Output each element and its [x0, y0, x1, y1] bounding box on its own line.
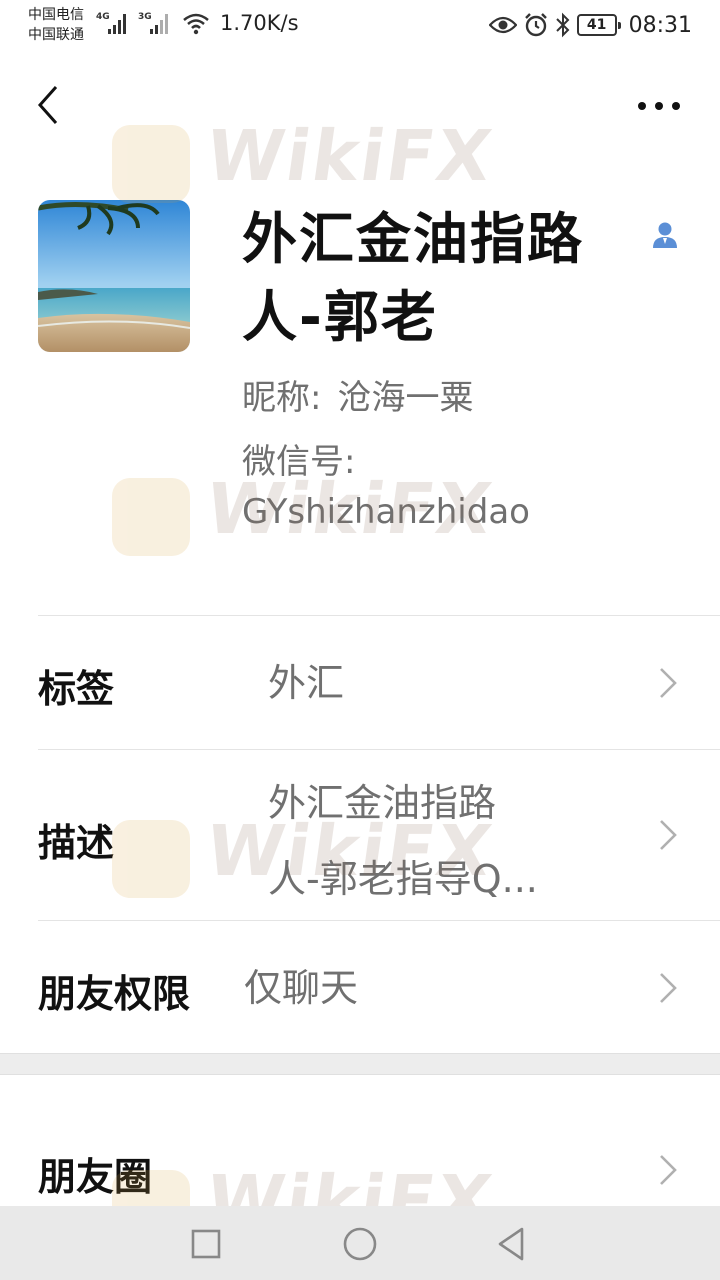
person-icon	[653, 222, 677, 248]
chevron-right-icon	[660, 668, 677, 698]
status-bar: 中国电信 中国联通 4G 3G 1.70K/s 41 08:31	[0, 0, 720, 50]
row-moments-label: 朋友圈	[38, 1155, 153, 1199]
row-friend-permissions[interactable]: 朋友权限 仅聊天	[38, 921, 720, 1053]
wechat-id-line: 微信号: GYshizhanzhidao	[242, 437, 662, 537]
status-icons-right: 41 08:31	[488, 8, 692, 42]
beach-avatar-image	[38, 200, 190, 352]
battery-level: 41	[586, 17, 607, 33]
more-dots-icon	[638, 102, 680, 110]
nickname-label: 昵称:	[242, 378, 322, 418]
bluetooth-icon	[555, 12, 570, 38]
watermark-text: WikiFX	[201, 115, 499, 197]
carrier-2: 中国联通	[28, 27, 84, 43]
carrier-1: 中国电信	[28, 7, 84, 23]
chevron-right-icon	[660, 973, 677, 1003]
system-nav-bar	[0, 1206, 720, 1280]
row-moments[interactable]: 朋友圈	[38, 1076, 720, 1206]
display-name: 外汇金油指路人-郭老	[242, 207, 585, 349]
nickname-line: 昵称: 沧海一粟	[242, 373, 473, 423]
row-tags[interactable]: 标签 外汇	[38, 616, 720, 749]
row-description-value-line1: 外汇金油指路	[268, 781, 497, 825]
carrier-names: 中国电信 中国联通	[28, 5, 84, 45]
network-speed: 1.70K/s	[220, 11, 299, 35]
row-description-label: 描述	[38, 821, 115, 865]
row-friend-permissions-label: 朋友权限	[38, 972, 191, 1016]
section-gap	[0, 1053, 720, 1075]
row-friend-permissions-value: 仅聊天	[244, 966, 359, 1010]
back-triangle-icon[interactable]	[492, 1224, 532, 1264]
wifi-icon	[183, 13, 209, 35]
alarm-icon	[524, 13, 547, 37]
status-time: 08:31	[628, 12, 692, 38]
wechat-id-label: 微信号:	[242, 442, 356, 482]
home-circle-icon[interactable]	[340, 1224, 380, 1264]
battery-icon: 41	[576, 14, 621, 36]
nickname-value: 沧海一粟	[337, 378, 474, 418]
watermark-logo-icon	[112, 478, 190, 556]
chevron-right-icon	[660, 820, 677, 850]
eye-icon	[488, 16, 517, 34]
more-options-button[interactable]	[634, 86, 684, 126]
recents-square-icon[interactable]	[186, 1224, 226, 1264]
chevron-left-icon	[37, 86, 58, 124]
chevron-right-icon	[660, 1155, 677, 1185]
wechat-id-value: GYshizhanzhidao	[242, 492, 530, 532]
row-description[interactable]: 描述 外汇金油指路 人-郭老指导Q...	[38, 750, 720, 920]
row-tags-label: 标签	[38, 667, 115, 711]
watermark-logo-icon	[112, 125, 190, 203]
back-button[interactable]	[28, 80, 68, 130]
watermark: WikiFX	[112, 115, 498, 205]
avatar[interactable]	[38, 200, 190, 352]
row-tags-value: 外汇	[268, 661, 345, 705]
row-description-value-line2: 人-郭老指导Q...	[268, 857, 538, 901]
